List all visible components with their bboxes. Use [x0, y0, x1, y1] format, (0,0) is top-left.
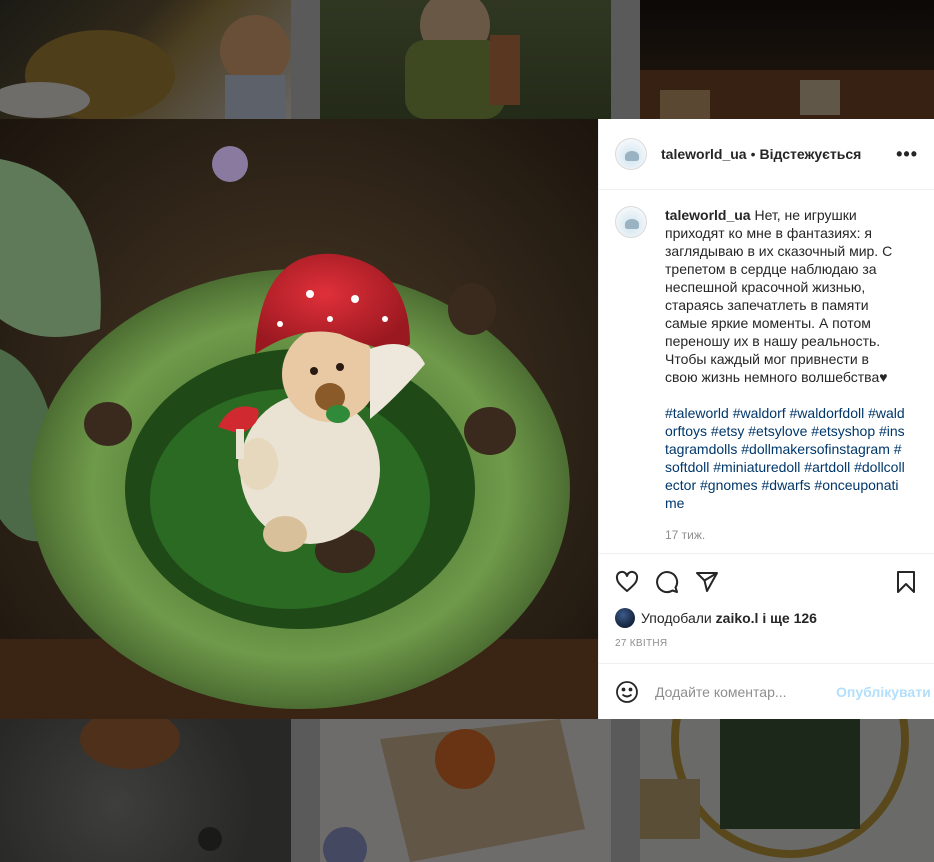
header-separator: •: [750, 146, 756, 162]
caption-avatar[interactable]: [615, 206, 647, 238]
post-header: taleworld_ua • Відстежується •••: [599, 119, 934, 190]
liker-avatar[interactable]: [615, 608, 635, 628]
likes-user[interactable]: zaiko.l: [716, 610, 759, 626]
post-photo[interactable]: [0, 119, 598, 719]
caption-body: taleworld_ua Нет, не игрушки приходят ко…: [665, 206, 905, 544]
grid-tile[interactable]: [0, 0, 291, 119]
caption-text: Нет, не игрушки приходят ко мне в фантаз…: [665, 207, 893, 385]
post-actions: Уподобали zaiko.l і ще 126 27 квітня: [599, 553, 934, 663]
add-comment-box: Опублікувати: [599, 663, 934, 719]
grid-tile[interactable]: [640, 0, 934, 119]
caption-username[interactable]: taleworld_ua: [665, 207, 751, 223]
comments-area: taleworld_ua Нет, не игрушки приходят ко…: [599, 190, 934, 553]
follow-status[interactable]: Відстежується: [760, 146, 862, 162]
grid-tile[interactable]: [640, 719, 934, 862]
paper-plane-icon[interactable]: [695, 570, 719, 594]
comment-input[interactable]: [655, 683, 836, 700]
publish-button[interactable]: Опублікувати: [836, 684, 931, 700]
post-modal: taleworld_ua • Відстежується ••• talewor…: [0, 119, 934, 719]
bookmark-icon[interactable]: [894, 570, 918, 594]
post-date[interactable]: 27 квітня: [615, 638, 918, 649]
more-options-icon[interactable]: •••: [896, 144, 918, 165]
grid-tile[interactable]: [320, 0, 611, 119]
comment-icon[interactable]: [655, 570, 679, 594]
caption-hashtags[interactable]: #taleworld #waldorf #waldorfdoll #waldor…: [665, 404, 905, 512]
likes-row: Уподобали zaiko.l і ще 126: [615, 606, 918, 630]
smiley-icon[interactable]: [615, 680, 639, 704]
likes-text[interactable]: Уподобали zaiko.l і ще 126: [641, 610, 817, 626]
likes-prefix: Уподобали: [641, 610, 712, 626]
profile-avatar[interactable]: [615, 138, 647, 170]
post-image-illustration: [0, 119, 598, 719]
post-side-panel: taleworld_ua • Відстежується ••• talewor…: [598, 119, 934, 719]
heart-icon[interactable]: [615, 570, 639, 594]
grid-tile[interactable]: [320, 719, 611, 862]
action-icons-row: [615, 562, 918, 602]
grid-tile[interactable]: [0, 719, 291, 862]
likes-suffix[interactable]: і ще 126: [762, 610, 817, 626]
header-username[interactable]: taleworld_ua: [661, 146, 747, 162]
caption: taleworld_ua Нет, не игрушки приходят ко…: [615, 206, 918, 544]
caption-age: 17 тиж.: [665, 528, 706, 542]
